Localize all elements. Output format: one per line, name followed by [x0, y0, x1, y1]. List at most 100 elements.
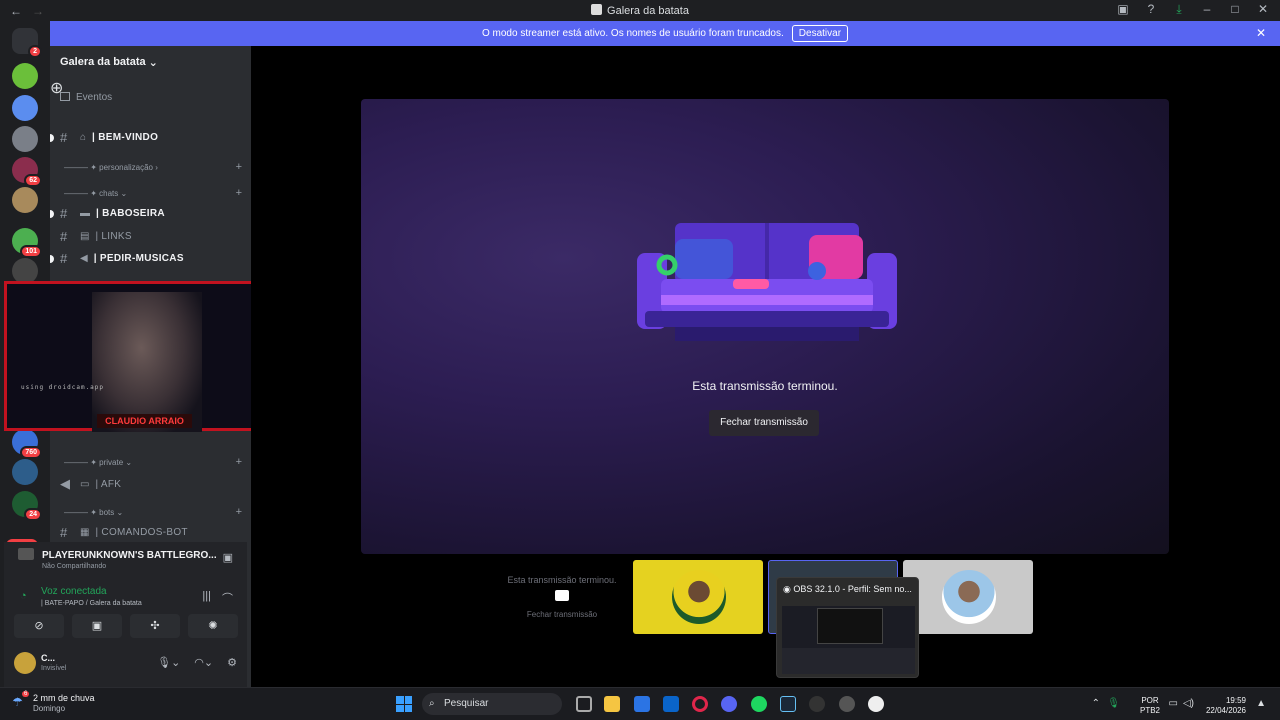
webcam-overlay: using droidcam.app CLAUDIO ARRAIO: [4, 281, 271, 432]
file-explorer-icon[interactable]: [604, 696, 620, 712]
discord-taskbar-icon[interactable]: [721, 696, 737, 712]
hash-icon: #: [60, 206, 68, 221]
category-header[interactable]: ——— ✦ bots ⌄ +: [64, 506, 242, 518]
add-channel-icon[interactable]: +: [236, 506, 242, 518]
steam-icon[interactable]: [780, 696, 796, 712]
house-emoji-icon: ⌂: [80, 132, 87, 143]
voice-connection[interactable]: Voz conectada | BATE-PAPO / Galera da ba…: [41, 586, 142, 607]
app-icon[interactable]: [868, 696, 884, 712]
microsoft-store-icon[interactable]: [634, 696, 650, 712]
headphones-icon[interactable]: ◠⌄: [194, 656, 213, 669]
channel-item[interactable]: # ⌂ | BEM-VINDO: [50, 130, 245, 145]
webcam-watermark: using droidcam.app: [21, 384, 105, 391]
task-view-icon[interactable]: [576, 696, 592, 712]
stream-ended-text: Esta transmissão terminou.: [692, 379, 838, 393]
note-emoji-icon: ▤: [80, 231, 90, 242]
chrome-icon[interactable]: [839, 696, 855, 712]
download-icon[interactable]: ⤓: [1172, 2, 1186, 17]
app-icon: [591, 4, 603, 15]
channel-item[interactable]: # ◀ | PEDIR-MUSICAS: [50, 251, 245, 266]
participant-tile[interactable]: [903, 560, 1033, 634]
server-icon[interactable]: 62: [12, 157, 42, 187]
add-channel-icon[interactable]: +: [236, 456, 242, 468]
server-icon[interactable]: [12, 187, 38, 213]
disconnect-icon[interactable]: ⌒: [222, 590, 233, 606]
signal-icon: ◔: [20, 590, 27, 602]
notification-badge: 2: [28, 45, 42, 58]
server-icon[interactable]: 24: [12, 491, 42, 521]
speaker-icon: ◀: [60, 476, 70, 491]
server-icon[interactable]: 101: [12, 228, 42, 258]
channel-item[interactable]: # ▤ | LINKS: [60, 229, 245, 244]
notification-badge: 24: [24, 508, 42, 521]
participant-tile[interactable]: [633, 560, 763, 634]
activities-icon[interactable]: ✣: [130, 614, 180, 638]
hash-icon: #: [60, 229, 68, 244]
category-header[interactable]: ——— ✦ personalização › +: [64, 161, 242, 173]
server-icon[interactable]: [12, 63, 38, 89]
outlook-icon[interactable]: [663, 696, 679, 712]
obs-taskbar-icon[interactable]: [809, 696, 825, 712]
soundboard-icon[interactable]: |||: [202, 590, 211, 602]
taskbar-search[interactable]: ⌕ Pesquisar: [422, 693, 562, 715]
category-header[interactable]: ——— ✦ private ⌄ +: [64, 456, 242, 468]
obs-taskbar-preview[interactable]: ◉ OBS 32.1.0 - Perfil: Sem no...: [776, 577, 919, 678]
server-icon[interactable]: [12, 95, 38, 121]
spotify-icon[interactable]: [751, 696, 767, 712]
maximize-icon[interactable]: □: [1228, 2, 1242, 17]
voice-controls: ⊘ ▣ ✣ ✺: [14, 614, 238, 638]
camera-off-icon[interactable]: ⊘: [14, 614, 64, 638]
windows-taskbar: ☂ 6 2 mm de chuva Domingo ⌕ Pesquisar ⌃ …: [0, 687, 1280, 720]
voice-channel-item[interactable]: ◀ ▭ | AFK: [60, 476, 245, 492]
window-title: Galera da batata: [0, 4, 1280, 17]
clock[interactable]: 19:59 22/04/2026: [1206, 696, 1246, 716]
disable-streamer-button[interactable]: Desativar: [791, 25, 849, 42]
server-icon[interactable]: 760: [12, 429, 42, 459]
webcam-name-tag: CLAUDIO ARRAIO: [97, 414, 192, 428]
events-item[interactable]: Eventos: [60, 92, 112, 103]
speaker-emoji-icon: ◀: [80, 253, 88, 264]
minimize-icon[interactable]: –: [1200, 2, 1214, 17]
user-controls: 🎙︎⌄ ◠⌄ ⚙: [157, 656, 237, 669]
channel-item[interactable]: # ▦ | COMANDOS-BOT: [60, 525, 245, 540]
discord-home-icon[interactable]: 2: [12, 28, 42, 58]
close-icon[interactable]: ✕: [1256, 26, 1266, 40]
channel-item[interactable]: # ▬ | BABOSEIRA: [50, 206, 245, 221]
windows-start-icon[interactable]: [396, 696, 412, 712]
stream-icon[interactable]: ▣: [1116, 2, 1130, 17]
microphone-icon[interactable]: 🎙︎⌄: [157, 656, 180, 669]
server-icon[interactable]: [12, 126, 38, 152]
close-stream-button[interactable]: Fechar transmissão: [709, 410, 819, 436]
share-screen-icon[interactable]: ▣: [223, 551, 233, 564]
webcam-feed: [92, 292, 202, 432]
server-icon[interactable]: [12, 459, 38, 485]
game-activity[interactable]: PLAYERUNKNOWN'S BATTLEGRO... Não Compart…: [18, 548, 217, 570]
help-icon[interactable]: ?: [1144, 2, 1158, 17]
calendar-icon: [60, 92, 70, 101]
stream-tile[interactable]: Esta transmissão terminou. Fechar transm…: [497, 560, 627, 634]
hash-icon: #: [60, 251, 68, 266]
server-header[interactable]: Galera da batata ⌄: [50, 46, 251, 78]
streamer-mode-banner: O modo streamer está ativo. Os nomes de …: [50, 21, 1280, 46]
notification-badge: 62: [24, 174, 42, 187]
chevron-up-icon[interactable]: ⌃: [1092, 698, 1100, 709]
add-channel-icon[interactable]: +: [236, 161, 242, 173]
volume-icon[interactable]: ◁): [1183, 698, 1194, 709]
stream-stage: Esta transmissão terminou. Fechar transm…: [361, 99, 1169, 554]
search-icon: ⌕: [429, 698, 435, 709]
category-header[interactable]: ——— ✦ chats ⌄ +: [64, 187, 242, 199]
add-channel-icon[interactable]: +: [236, 187, 242, 199]
language-indicator[interactable]: POR PTB2: [1140, 696, 1160, 716]
weather-badge: 6: [22, 691, 30, 697]
microphone-icon[interactable]: 🎙︎: [1107, 698, 1120, 709]
network-icon[interactable]: ▭: [1169, 698, 1178, 709]
screen-share-icon[interactable]: ▣: [72, 614, 122, 638]
unread-indicator: [50, 254, 54, 263]
effects-icon[interactable]: ✺: [188, 614, 238, 638]
notification-icon[interactable]: ▲: [1256, 698, 1266, 709]
settings-gear-icon[interactable]: ⚙: [227, 656, 237, 669]
opera-icon[interactable]: [692, 696, 708, 712]
close-window-icon[interactable]: ✕: [1256, 2, 1270, 17]
obs-icon: ◉: [783, 584, 794, 594]
bed-emoji-icon: ▬: [80, 208, 90, 219]
